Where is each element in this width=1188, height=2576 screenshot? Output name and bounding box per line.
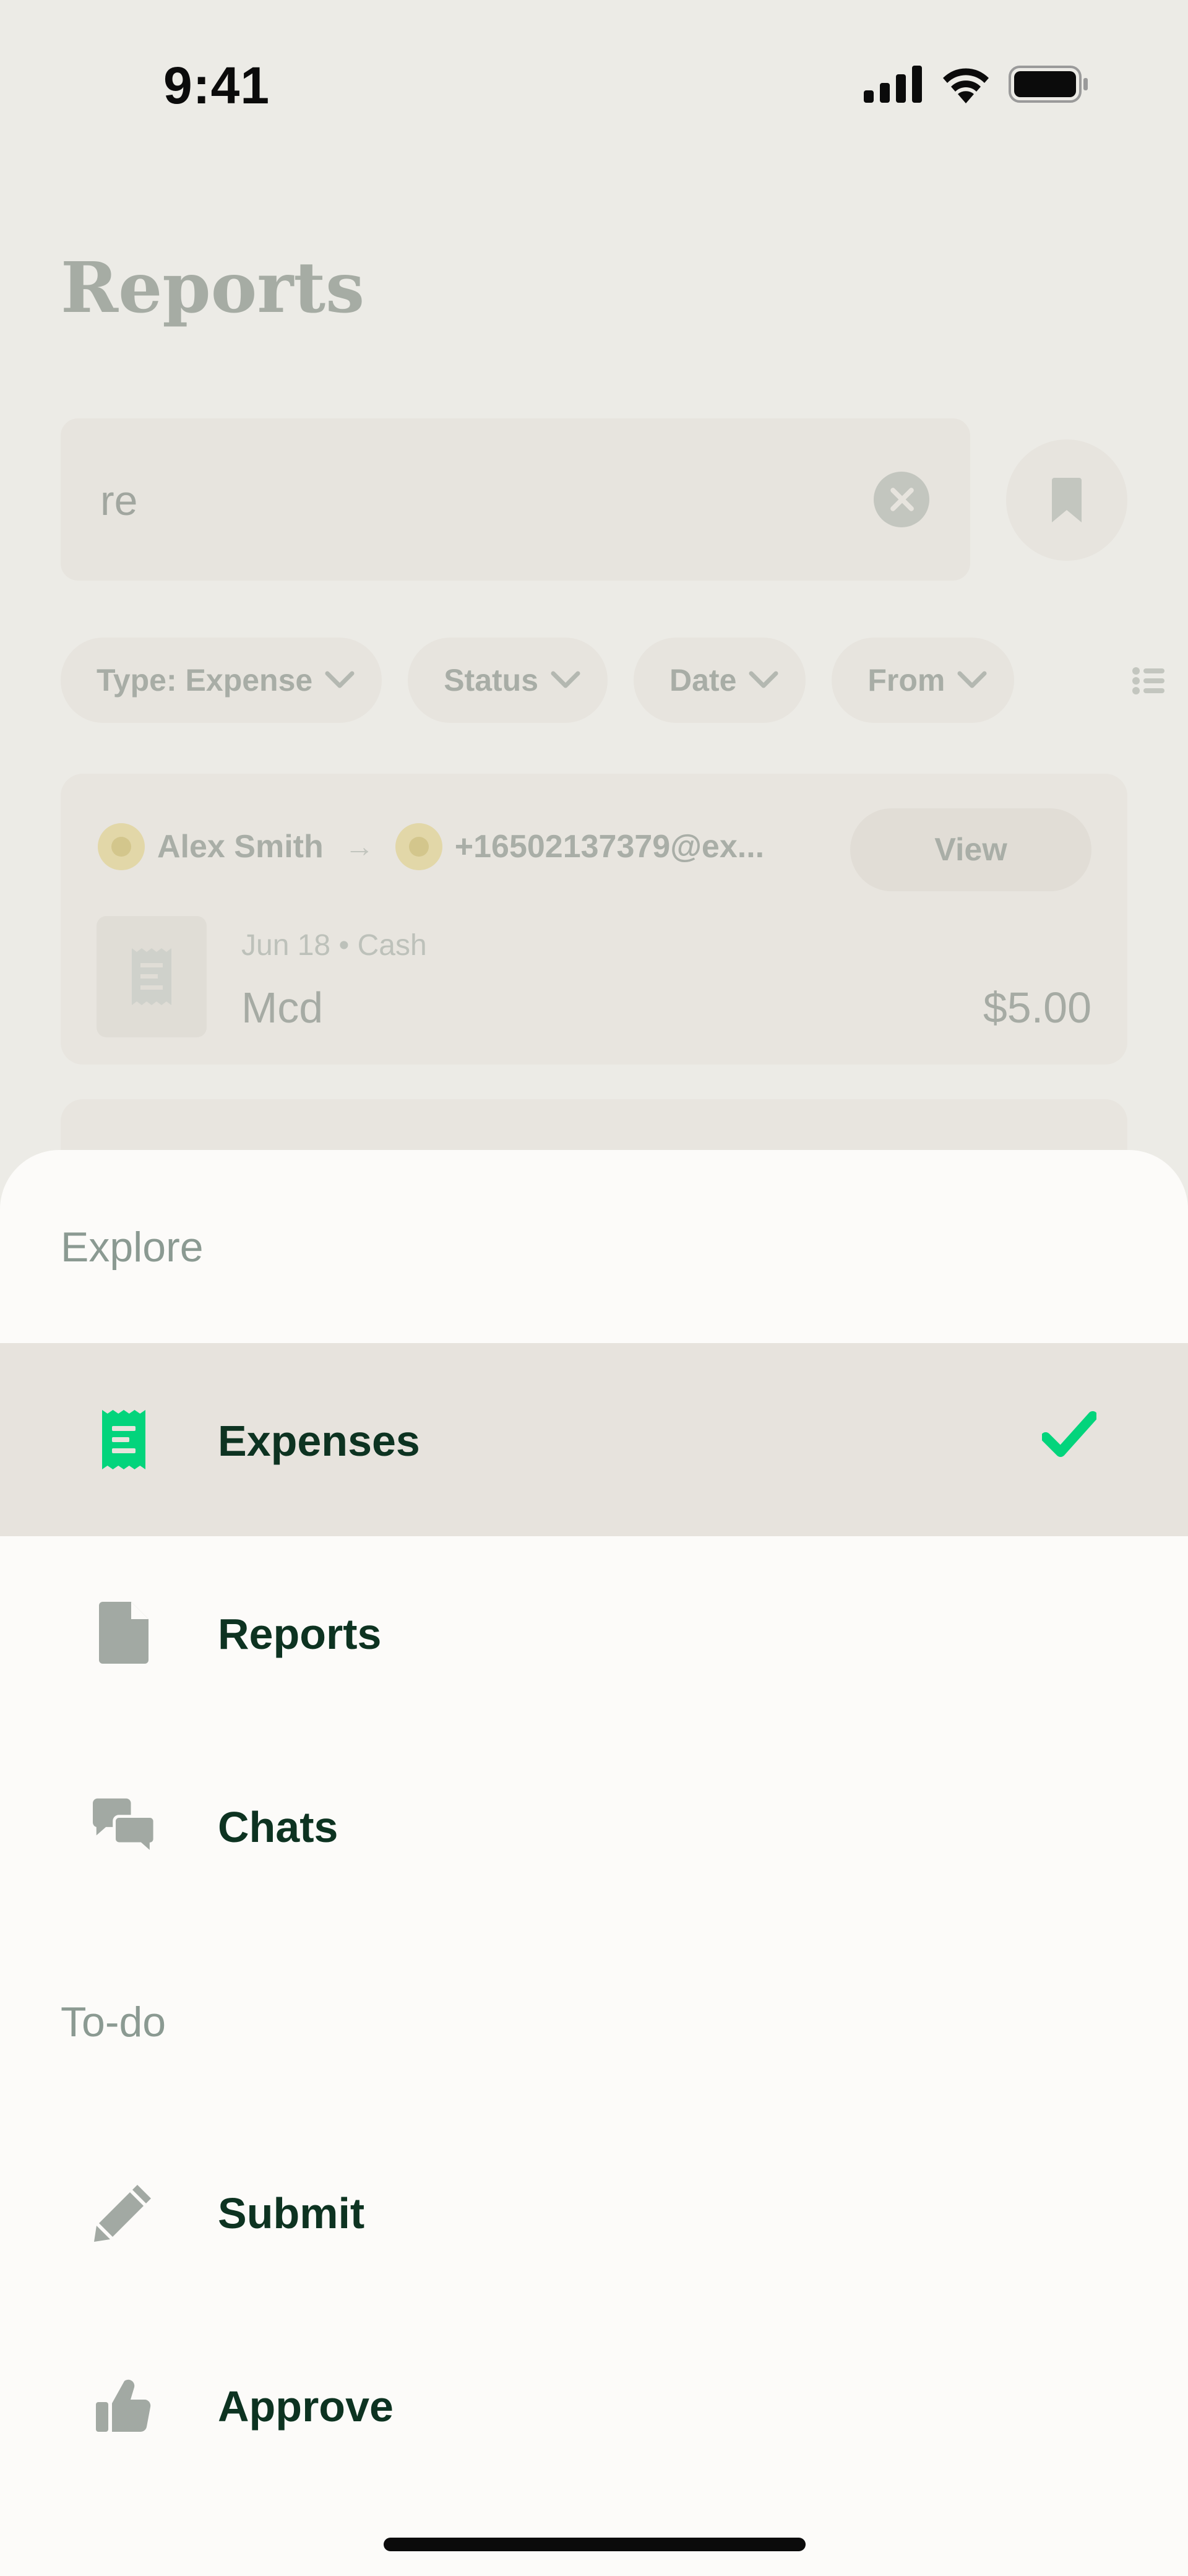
view-button[interactable]: View bbox=[850, 808, 1091, 891]
chat-bubbles-icon bbox=[93, 1795, 155, 1857]
expense-from: Alex Smith bbox=[157, 829, 324, 865]
navigation-sheet: Explore Expenses Reports Chats To-do Sub… bbox=[0, 1150, 1188, 2576]
avatar bbox=[98, 823, 145, 870]
menu-item-submit[interactable]: Submit bbox=[0, 2116, 1188, 2309]
clear-search-icon[interactable] bbox=[874, 472, 929, 527]
home-indicator[interactable] bbox=[384, 2538, 806, 2551]
menu-item-chats[interactable]: Chats bbox=[0, 1729, 1188, 1922]
expense-card[interactable]: Alex Smith → +16502137379@ex... View Jun… bbox=[61, 774, 1127, 1065]
search-input-value: re bbox=[100, 477, 138, 524]
receipt-icon bbox=[93, 1409, 155, 1471]
menu-item-label: Expenses bbox=[218, 1417, 420, 1465]
avatar bbox=[395, 823, 442, 870]
expense-to: +16502137379@ex... bbox=[454, 829, 765, 865]
arrow-right-icon: → bbox=[344, 830, 374, 863]
todo-section-label: To-do bbox=[61, 1999, 166, 2046]
menu-item-label: Approve bbox=[218, 2382, 394, 2431]
filter-chips: Type: Expense Status Date From bbox=[61, 638, 1015, 723]
expense-meta: Jun 18 • Cash bbox=[241, 929, 427, 962]
page-title: Reports bbox=[61, 248, 365, 329]
menu-item-label: Chats bbox=[218, 1803, 338, 1851]
menu-item-approve[interactable]: Approve bbox=[0, 2309, 1188, 2502]
expense-participants: Alex Smith → +16502137379@ex... bbox=[98, 823, 764, 870]
filter-chip-from[interactable]: From bbox=[832, 638, 1015, 723]
filter-chip-label: From bbox=[867, 663, 945, 698]
receipt-icon bbox=[132, 948, 171, 1005]
menu-item-expenses[interactable]: Expenses bbox=[0, 1343, 1188, 1536]
chevron-down-icon bbox=[551, 671, 580, 688]
chevron-down-icon bbox=[749, 671, 778, 688]
filter-chip-type[interactable]: Type: Expense bbox=[61, 638, 382, 723]
chevron-down-icon bbox=[325, 671, 355, 688]
document-icon bbox=[93, 1602, 155, 1664]
expense-amount: $5.00 bbox=[983, 983, 1091, 1032]
filter-chip-date[interactable]: Date bbox=[634, 638, 806, 723]
menu-item-label: Reports bbox=[218, 1610, 382, 1658]
filter-chip-label: Type: Expense bbox=[97, 663, 313, 698]
filter-chip-label: Status bbox=[444, 663, 539, 698]
receipt-thumbnail bbox=[97, 916, 207, 1037]
search-input[interactable]: re bbox=[61, 418, 970, 581]
menu-item-reports[interactable]: Reports bbox=[0, 1536, 1188, 1729]
filter-chip-status[interactable]: Status bbox=[408, 638, 608, 723]
background-reports-screen: Reports re Type: Expense Status Date Fro… bbox=[0, 0, 1188, 1223]
bookmark-button[interactable] bbox=[1006, 439, 1127, 561]
menu-item-label: Submit bbox=[218, 2189, 365, 2237]
filter-options-icon[interactable] bbox=[1132, 667, 1164, 694]
pencil-icon bbox=[93, 2181, 155, 2243]
bookmark-icon bbox=[1052, 478, 1082, 522]
checkmark-icon bbox=[1042, 1411, 1096, 1457]
expense-merchant: Mcd bbox=[241, 983, 324, 1032]
chevron-down-icon bbox=[957, 671, 987, 688]
filter-chip-label: Date bbox=[669, 663, 737, 698]
thumbs-up-icon bbox=[93, 2374, 155, 2436]
explore-section-label: Explore bbox=[61, 1224, 204, 1271]
